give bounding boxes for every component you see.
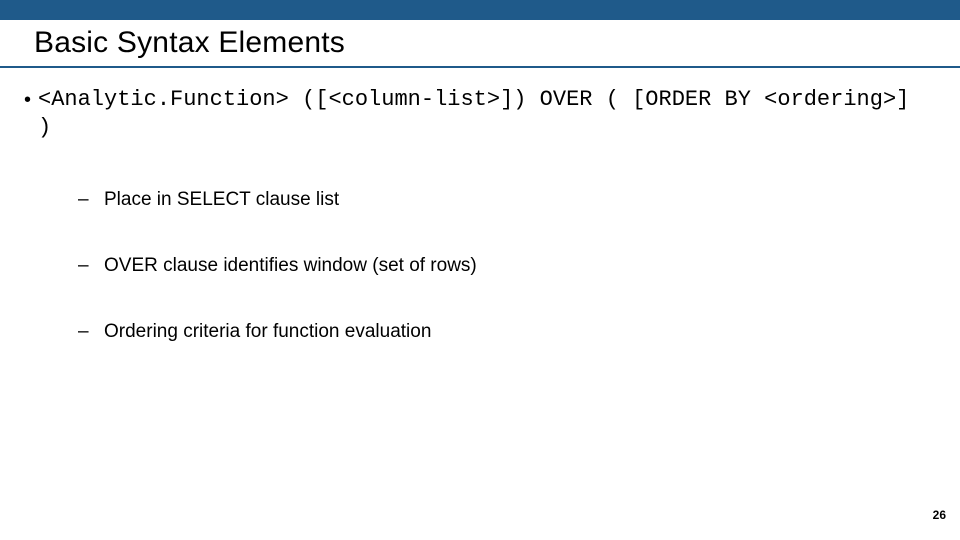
page-number: 26 bbox=[933, 508, 946, 522]
list-item: – Ordering criteria for function evaluat… bbox=[78, 320, 920, 344]
header-bar bbox=[0, 0, 960, 20]
slide-title: Basic Syntax Elements bbox=[34, 26, 345, 60]
bullet-icon: • bbox=[22, 86, 38, 114]
syntax-text: <Analytic.Function> ([<column-list>]) OV… bbox=[38, 86, 920, 142]
content-area: • <Analytic.Function> ([<column-list>]) … bbox=[22, 86, 920, 386]
sub-item-text: Place in SELECT clause list bbox=[104, 188, 339, 212]
list-item: – Place in SELECT clause list bbox=[78, 188, 920, 212]
sub-item-text: OVER clause identifies window (set of ro… bbox=[104, 254, 477, 278]
title-underline bbox=[0, 66, 960, 68]
dash-icon: – bbox=[78, 254, 104, 278]
list-item: – OVER clause identifies window (set of … bbox=[78, 254, 920, 278]
sub-bullet-list: – Place in SELECT clause list – OVER cla… bbox=[78, 188, 920, 344]
dash-icon: – bbox=[78, 320, 104, 344]
slide: Basic Syntax Elements • <Analytic.Functi… bbox=[0, 0, 960, 540]
sub-item-text: Ordering criteria for function evaluatio… bbox=[104, 320, 431, 344]
main-bullet: • <Analytic.Function> ([<column-list>]) … bbox=[22, 86, 920, 142]
dash-icon: – bbox=[78, 188, 104, 212]
